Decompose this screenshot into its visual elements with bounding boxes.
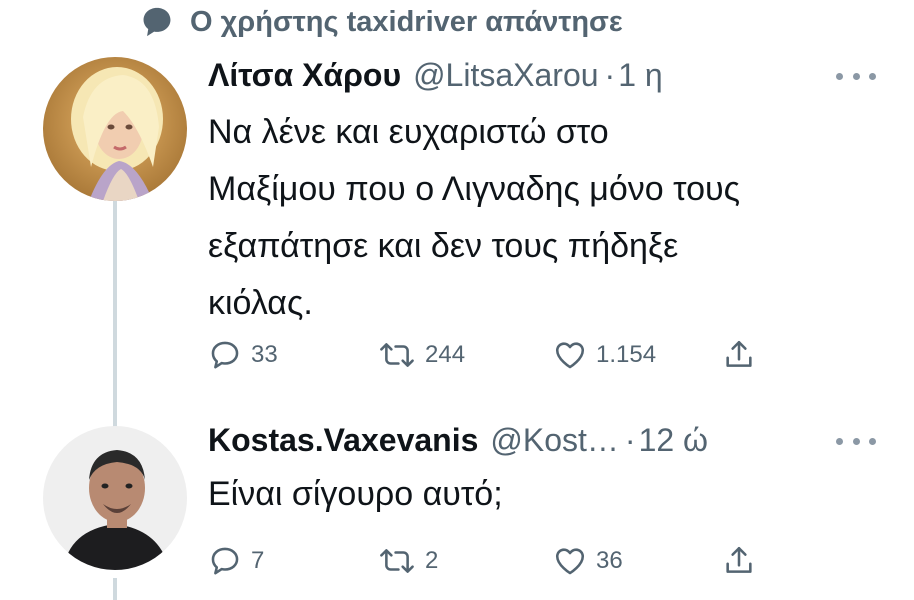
speech-bubble-icon: [143, 7, 171, 37]
display-name[interactable]: Λίτσα Χάρου: [208, 55, 401, 95]
avatar[interactable]: [43, 426, 187, 570]
heart-icon: [555, 342, 585, 369]
timestamp[interactable]: 1 η: [618, 55, 662, 95]
tweet-header: Λίτσα Χάρου @LitsaXarou · 1 η: [208, 55, 663, 95]
avatar-image: [43, 57, 187, 201]
tweet-header: Kostas.Vaxevanis @Kost… · 12 ώ: [208, 420, 708, 460]
retweet-button[interactable]: 244: [377, 335, 465, 375]
heart-icon: [555, 548, 585, 575]
share-icon: [726, 546, 752, 573]
timestamp[interactable]: 12 ώ: [639, 420, 708, 460]
tweet-text: Είναι σίγουρο αυτό;: [208, 475, 503, 513]
retweet-icon: [380, 343, 414, 367]
separator-dot: ·: [604, 57, 616, 93]
user-handle[interactable]: @Kost…: [490, 420, 619, 460]
display-name[interactable]: Kostas.Vaxevanis: [208, 420, 478, 460]
like-button[interactable]: 1.154: [552, 335, 656, 375]
retweet-count: 2: [425, 547, 439, 574]
retweet-count: 244: [425, 341, 466, 368]
reply-button[interactable]: 7: [207, 541, 264, 581]
separator-dot: ·: [624, 422, 636, 458]
reply-context[interactable]: Ο χρήστης taxidriver απάντησε: [140, 2, 623, 42]
retweet-button[interactable]: 2: [377, 541, 438, 581]
share-button[interactable]: [722, 541, 756, 581]
thread-line-bottom: [113, 578, 117, 600]
reply-count: 33: [251, 341, 278, 368]
more-options-icon[interactable]: [836, 431, 876, 451]
reply-icon: [211, 547, 239, 575]
reply-button[interactable]: 33: [207, 335, 278, 375]
tweet-text: Να λένε και ευχαριστώ στο Μαξίμου που ο …: [208, 113, 740, 322]
like-count: 1.154: [596, 341, 657, 368]
reply-context-text: Ο χρήστης taxidriver απάντησε: [190, 5, 623, 38]
avatar-image: [43, 426, 187, 570]
reply-count: 7: [251, 547, 265, 574]
reply-icon: [211, 341, 239, 369]
tweet-actions: 7 2 36: [207, 541, 767, 581]
like-count: 36: [596, 547, 623, 574]
more-options-icon[interactable]: [836, 66, 876, 86]
thread-line-top: [113, 200, 117, 428]
retweet-icon: [380, 549, 414, 573]
like-button[interactable]: 36: [552, 541, 623, 581]
user-handle[interactable]: @LitsaXarou: [413, 55, 598, 95]
avatar[interactable]: [43, 57, 187, 201]
tweet-actions: 33 244 1.154: [207, 335, 767, 375]
share-button[interactable]: [722, 335, 756, 375]
share-icon: [726, 340, 752, 367]
